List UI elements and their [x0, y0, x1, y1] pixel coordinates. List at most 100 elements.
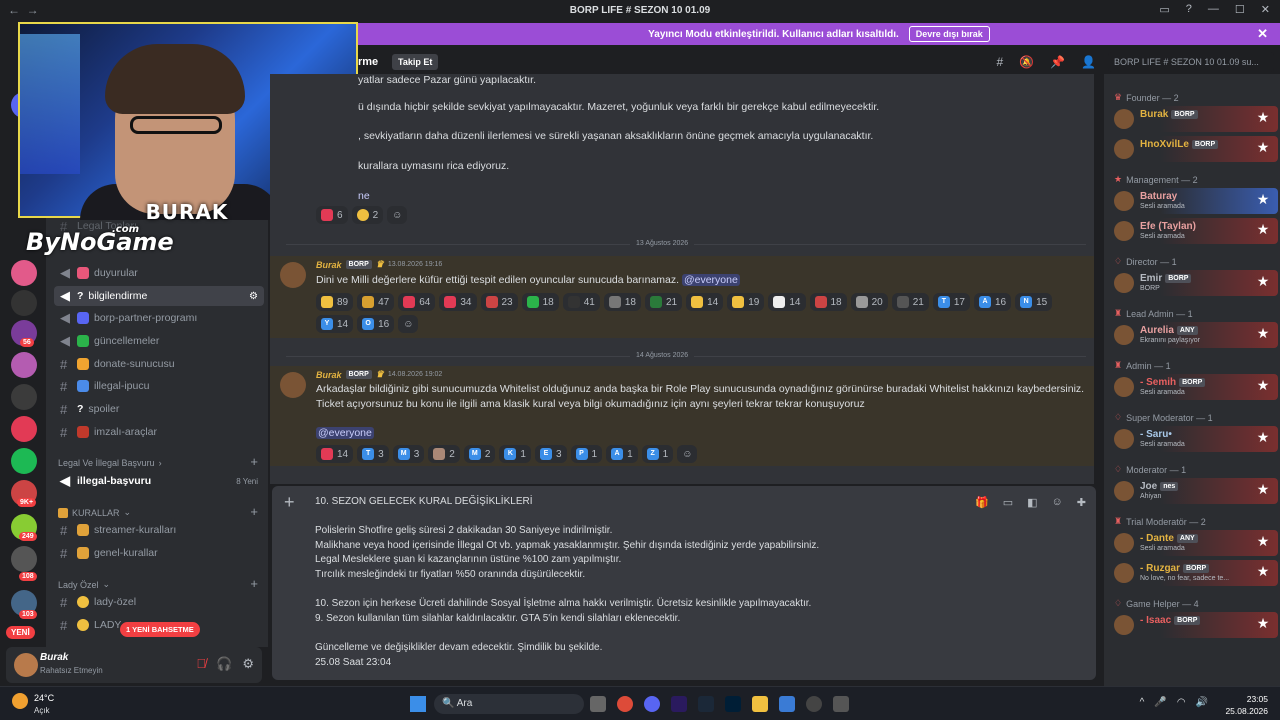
- reaction[interactable]: 18: [809, 293, 847, 311]
- channel-item-duyurular[interactable]: ◀ duyurular: [54, 263, 264, 283]
- member-item[interactable]: Emir BORP BORP ★: [1110, 270, 1278, 296]
- reaction[interactable]: A 16: [974, 293, 1012, 311]
- channel-item-borp-partner[interactable]: ◀ borp-partner-programı: [54, 308, 264, 328]
- reaction[interactable]: 47: [357, 293, 395, 311]
- reaction[interactable]: M2: [463, 445, 496, 463]
- reaction[interactable]: 21: [891, 293, 929, 311]
- threads-icon[interactable]: #: [996, 55, 1003, 69]
- app-icon[interactable]: [779, 696, 795, 712]
- reaction[interactable]: 23: [480, 293, 518, 311]
- server-icon[interactable]: [11, 384, 37, 410]
- member-item[interactable]: Joe nes Ahiyan ★: [1110, 478, 1278, 504]
- mention[interactable]: @everyone: [681, 274, 740, 286]
- premiere-icon[interactable]: [671, 696, 687, 712]
- channel-item-bilgilendirme[interactable]: ◀? bilgilendirme ⚙: [54, 286, 264, 306]
- reaction[interactable]: E3: [534, 445, 567, 463]
- search-input[interactable]: BORP LIFE # SEZON 10 01.09 su...: [1108, 52, 1274, 72]
- channel-item-donate[interactable]: # donate-sunucusu: [54, 354, 264, 374]
- pin-icon[interactable]: 📌: [1050, 55, 1065, 69]
- discord-icon[interactable]: [644, 696, 660, 712]
- clock[interactable]: 23:05 25.08.2026: [1225, 693, 1268, 717]
- settings-icon[interactable]: [833, 696, 849, 712]
- emoji-icon[interactable]: ☺: [1052, 496, 1063, 509]
- reaction[interactable]: M3: [392, 445, 425, 463]
- settings-icon[interactable]: ⚙: [249, 291, 258, 302]
- bell-off-icon[interactable]: 🔕: [1019, 55, 1034, 69]
- reaction[interactable]: O 16: [357, 315, 395, 333]
- close-icon[interactable]: ✕: [1257, 26, 1268, 42]
- author-name[interactable]: Burak: [316, 260, 342, 270]
- member-item[interactable]: - Saru• Sesli aramada ★: [1110, 426, 1278, 452]
- task-view-icon[interactable]: [590, 696, 606, 712]
- settings-icon[interactable]: ⚙: [242, 656, 254, 672]
- minimize-button[interactable]: —: [1208, 3, 1219, 16]
- server-icon[interactable]: [11, 290, 37, 316]
- channel-item-illegal-basvuru[interactable]: ◀ illegal-başvuru 8 Yeni: [54, 471, 264, 491]
- add-channel-icon[interactable]: +: [250, 576, 258, 591]
- reaction[interactable]: T 17: [932, 293, 970, 311]
- reaction[interactable]: 19: [727, 293, 765, 311]
- reaction[interactable]: Z1: [641, 445, 674, 463]
- disable-streamer-mode-button[interactable]: Devre dışı bırak: [908, 26, 990, 42]
- member-item[interactable]: - Ruzgar BORP No love, no fear, sadece te.…: [1110, 560, 1278, 586]
- headphones-icon[interactable]: 🎧: [216, 656, 232, 672]
- avatar[interactable]: [280, 372, 306, 398]
- category-lady-ozel[interactable]: Lady Özel ⌄: [58, 579, 110, 590]
- reaction[interactable]: A1: [606, 445, 638, 463]
- volume-icon[interactable]: 🔊: [1196, 697, 1208, 708]
- reaction[interactable]: 14: [686, 293, 724, 311]
- wifi-icon[interactable]: ◠: [1177, 697, 1186, 708]
- reaction[interactable]: 64: [398, 293, 436, 311]
- inbox-icon[interactable]: ▭: [1159, 3, 1169, 16]
- reaction[interactable]: 6: [316, 206, 348, 224]
- mute-mic-icon[interactable]: 🎙̸: [196, 656, 206, 672]
- follow-button[interactable]: Takip Et: [392, 54, 439, 70]
- add-reaction-icon[interactable]: ☺: [387, 206, 408, 224]
- reaction[interactable]: 41: [562, 293, 600, 311]
- reaction[interactable]: 18: [521, 293, 559, 311]
- reaction[interactable]: 20: [850, 293, 888, 311]
- server-icon[interactable]: [11, 546, 37, 572]
- reaction[interactable]: K1: [499, 445, 531, 463]
- member-item[interactable]: - Isaac BORP ★: [1110, 612, 1278, 638]
- reaction[interactable]: 2: [351, 206, 384, 224]
- mic-icon[interactable]: 🎤: [1154, 697, 1166, 708]
- add-reaction-icon[interactable]: ☺: [398, 315, 419, 333]
- reaction[interactable]: T3: [357, 445, 389, 463]
- channel-item-lady-ozel[interactable]: # lady-özel: [54, 592, 264, 612]
- member-item[interactable]: - Semih BORP Sesli aramada ★: [1110, 374, 1278, 400]
- reaction[interactable]: 18: [603, 293, 641, 311]
- windows-start-icon[interactable]: [410, 696, 426, 712]
- server-icon[interactable]: [11, 416, 37, 442]
- members-icon[interactable]: 👤: [1081, 55, 1096, 69]
- channel-item-imzali-araclar[interactable]: # imzalı-araçlar: [54, 422, 264, 442]
- new-mention-pill[interactable]: 1 YENİ BAHSETME: [120, 622, 200, 637]
- photoshop-icon[interactable]: [725, 696, 741, 712]
- add-channel-icon[interactable]: +: [250, 454, 258, 469]
- add-reaction-icon[interactable]: ☺: [677, 445, 698, 463]
- avatar[interactable]: [280, 262, 306, 288]
- reaction[interactable]: P1: [570, 445, 603, 463]
- server-icon[interactable]: [11, 352, 37, 378]
- close-button[interactable]: ✕: [1261, 3, 1270, 16]
- category-kurallar[interactable]: KURALLAR ⌄: [58, 507, 131, 518]
- channel-item-streamer-kurallari[interactable]: # streamer-kuralları: [54, 520, 264, 540]
- member-item[interactable]: Baturay Sesli aramada ★: [1110, 188, 1278, 214]
- member-item[interactable]: Burak BORP ★: [1110, 106, 1278, 132]
- member-item[interactable]: - Dante ANY Sesli aramada ★: [1110, 530, 1278, 556]
- add-channel-icon[interactable]: +: [250, 504, 258, 519]
- server-icon[interactable]: [11, 448, 37, 474]
- steam-icon[interactable]: [698, 696, 714, 712]
- sticker-icon[interactable]: ◧: [1027, 496, 1037, 509]
- member-item[interactable]: Efe (Taylan) Sesli aramada ★: [1110, 218, 1278, 244]
- reaction[interactable]: 89: [316, 293, 354, 311]
- member-item[interactable]: HnoXvilLe BORP ★: [1110, 136, 1278, 162]
- channel-item-guncellemeler[interactable]: ◀ güncellemeler: [54, 331, 264, 351]
- message-composer[interactable]: + 🎁 ▭ ◧ ☺ ✚ 10. SEZON GELECEK KURAL DEĞİ…: [272, 486, 1096, 680]
- reaction[interactable]: 14: [768, 293, 806, 311]
- maximize-button[interactable]: ☐: [1235, 3, 1245, 16]
- folder-icon[interactable]: [752, 696, 768, 712]
- reaction[interactable]: 2: [428, 445, 460, 463]
- category-legal-basvuru[interactable]: Legal Ve İllegal Başvuru ›: [58, 458, 162, 468]
- apps-icon[interactable]: ✚: [1077, 496, 1086, 509]
